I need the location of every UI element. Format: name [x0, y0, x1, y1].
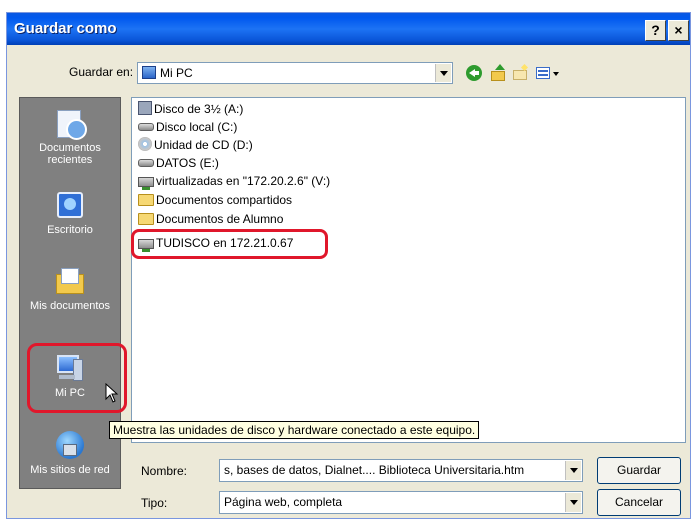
file-type-label: Tipo:: [141, 496, 168, 510]
my-documents-icon: [55, 266, 85, 296]
place-label: Documentos recientes: [39, 142, 101, 166]
list-item-label: Unidad de CD (D:): [154, 138, 253, 152]
list-item[interactable]: virtualizadas en "172.20.2.6" (V:): [138, 172, 330, 190]
file-name-label: Nombre:: [141, 464, 188, 478]
list-item[interactable]: Documentos compartidos: [138, 191, 292, 209]
list-item-label: Disco local (C:): [156, 120, 238, 134]
place-label: Escritorio: [47, 224, 93, 236]
back-icon[interactable]: [465, 64, 483, 82]
places-bar: Documentos recientes Escritorio Mis docu…: [19, 97, 121, 489]
list-item-label: Disco de 3½ (A:): [154, 102, 244, 116]
list-item-label: virtualizadas en "172.20.2.6" (V:): [156, 174, 331, 188]
up-folder-icon[interactable]: [489, 64, 507, 82]
floppy-icon: [138, 101, 152, 115]
place-my-documents[interactable]: Mis documentos: [20, 266, 120, 312]
place-label: Mis sitios de red: [30, 464, 110, 476]
file-list[interactable]: Disco de 3½ (A:) Disco local (C:) Unidad…: [131, 97, 686, 443]
desktop-icon: [55, 190, 85, 220]
tooltip: Muestra las unidades de disco y hardware…: [109, 421, 480, 439]
network-places-icon: [55, 430, 85, 460]
place-network-places[interactable]: Mis sitios de red: [20, 430, 120, 476]
close-button[interactable]: ×: [668, 20, 689, 41]
views-menu-icon[interactable]: [535, 64, 561, 82]
place-label: Mis documentos: [29, 300, 111, 312]
hard-drive-icon: [138, 159, 154, 167]
help-button[interactable]: ?: [645, 20, 666, 41]
title-bar[interactable]: Guardar como ? ×: [7, 13, 690, 45]
list-item[interactable]: DATOS (E:): [138, 154, 219, 172]
cancel-button[interactable]: Cancelar: [597, 489, 681, 516]
chevron-down-icon[interactable]: [565, 461, 581, 480]
list-item[interactable]: Documentos de Alumno: [138, 210, 283, 228]
new-folder-icon[interactable]: [511, 63, 529, 82]
place-recent-documents[interactable]: Documentos recientes: [20, 108, 120, 166]
save-in-value: Mi PC: [160, 66, 193, 80]
my-computer-small-icon: [142, 66, 156, 79]
chevron-down-icon[interactable]: [565, 493, 581, 512]
save-in-label: Guardar en:: [69, 65, 134, 79]
save-button[interactable]: Guardar: [597, 457, 681, 484]
recent-documents-icon: [55, 108, 87, 140]
list-item[interactable]: Disco de 3½ (A:): [138, 100, 243, 118]
list-item[interactable]: Unidad de CD (D:): [138, 136, 253, 154]
list-item[interactable]: Disco local (C:): [138, 118, 237, 136]
save-in-dropdown[interactable]: Mi PC: [137, 62, 453, 84]
folder-icon: [138, 194, 154, 206]
list-item-label: Documentos compartidos: [156, 193, 293, 207]
list-item-label: DATOS (E:): [156, 156, 219, 170]
file-name-value: s, bases de datos, Dialnet.... Bibliotec…: [224, 463, 525, 477]
file-type-value: Página web, completa: [224, 495, 343, 509]
cd-drive-icon: [138, 137, 152, 151]
save-as-dialog: Guardar como ? × Guardar en: Mi PC Docum…: [6, 12, 691, 519]
place-desktop[interactable]: Escritorio: [20, 190, 120, 236]
list-item-label: Documentos de Alumno: [156, 212, 284, 226]
hard-drive-icon: [138, 123, 154, 131]
mouse-cursor-icon: [105, 383, 119, 403]
folder-icon: [138, 213, 154, 225]
file-type-select[interactable]: Página web, completa: [219, 491, 583, 514]
highlight-outline-tudisco: [131, 229, 328, 259]
file-name-input[interactable]: s, bases de datos, Dialnet.... Bibliotec…: [219, 459, 583, 482]
dialog-title: Guardar como: [14, 20, 117, 37]
network-drive-icon: [138, 177, 154, 190]
chevron-down-icon[interactable]: [435, 64, 451, 82]
